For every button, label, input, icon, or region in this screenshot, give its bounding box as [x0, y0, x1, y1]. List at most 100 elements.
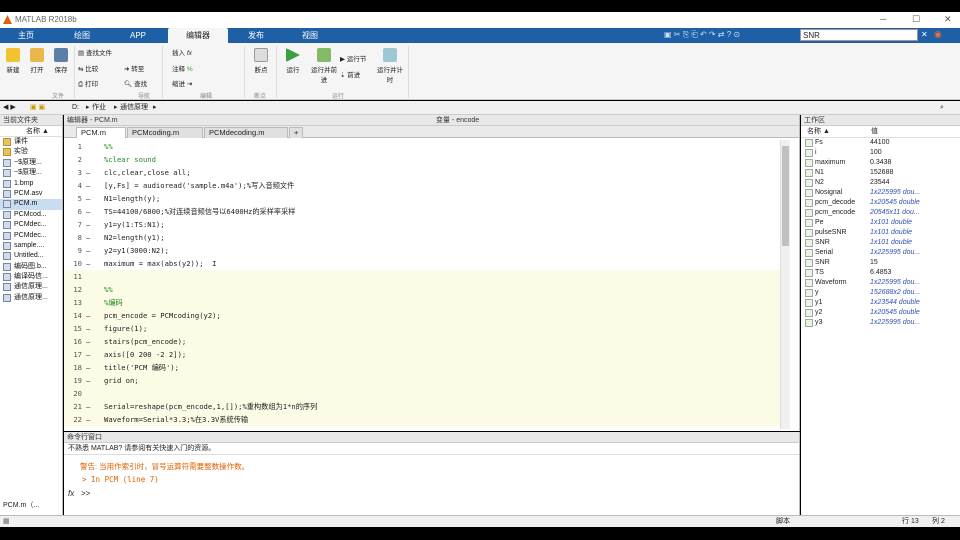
tab-apps[interactable]: APP	[118, 28, 158, 43]
code-line[interactable]: 10 — maximum = max(abs(y2)); I	[64, 257, 780, 270]
find-file-button[interactable]: ▤ 查找文件	[78, 47, 118, 57]
variable-row[interactable]: Serial 1x225995 dou...	[801, 248, 960, 258]
variable-row[interactable]: pcm_decode 1x20545 double	[801, 198, 960, 208]
file-item[interactable]: 编译码信...	[0, 272, 62, 282]
address-search-icon[interactable]: ⌕	[940, 101, 944, 115]
variable-row[interactable]: TS 6.4853	[801, 268, 960, 278]
file-item[interactable]: 通信原理...	[0, 293, 62, 303]
command-info-bar[interactable]: 不熟悉 MATLAB? 请参阅有关快速入门的资源。	[64, 443, 799, 455]
variable-row[interactable]: y 152688x2 dou...	[801, 288, 960, 298]
code-line[interactable]: 13 %编码	[64, 296, 780, 309]
file-item[interactable]: sample....	[0, 241, 62, 251]
variable-row[interactable]: Waveform 1x225995 dou...	[801, 278, 960, 288]
path-root[interactable]: D:	[72, 101, 79, 115]
variable-row[interactable]: pcm_encode 20545x11 dou...	[801, 208, 960, 218]
tab-view[interactable]: 视图	[290, 28, 330, 43]
file-item[interactable]: PCMcod...	[0, 210, 62, 220]
file-item[interactable]: PCMdec...	[0, 220, 62, 230]
variable-row[interactable]: SNR 1x101 double	[801, 238, 960, 248]
folder-column-header[interactable]: 名称 ▲	[0, 126, 62, 137]
open-button[interactable]: 打开	[28, 48, 46, 74]
code-line[interactable]: 2 %clear sound	[64, 153, 780, 166]
tab-home[interactable]: 主页	[8, 28, 44, 43]
variable-row[interactable]: i 100	[801, 148, 960, 158]
code-line[interactable]: 22 — Waveform=Serial*3.3;%在3.3V系统传输	[64, 413, 780, 426]
code-line[interactable]: 11	[64, 270, 780, 283]
code-line[interactable]: 17 — axis([0 200 -2 2]);	[64, 348, 780, 361]
file-item[interactable]: 1.bmp	[0, 179, 62, 189]
path-folder-1[interactable]: 作业	[92, 101, 106, 115]
quick-access-toolbar[interactable]: ▣ ✂ ⎘ ⎗ ↶ ↷ ⇄ ? ⊙	[664, 30, 740, 40]
find-button[interactable]: 🔍︎ 查找	[124, 78, 158, 88]
code-line[interactable]: 21 — Serial=reshape(pcm_encode,1,[]);%重构数组…	[64, 400, 780, 413]
address-bar[interactable]: ◀ ▶ ▣ ▣ D: ▸ 作业 ▸ 通信原理 ▸ ⌕	[0, 101, 960, 115]
variable-row[interactable]: SNR 15	[801, 258, 960, 268]
variable-row[interactable]: Nosignal 1x225995 dou...	[801, 188, 960, 198]
tab-plots[interactable]: 绘图	[62, 28, 102, 43]
ws-col-name[interactable]: 名称 ▲	[807, 126, 830, 138]
file-item[interactable]: Untitled...	[0, 251, 62, 261]
variable-row[interactable]: y2 1x20545 double	[801, 308, 960, 318]
editor-scrollbar[interactable]	[780, 140, 790, 429]
comment-button[interactable]: 注释 %	[172, 63, 232, 73]
variable-row[interactable]: Fs 44100	[801, 138, 960, 148]
code-line[interactable]: 3 — clc,clear,close all;	[64, 166, 780, 179]
code-line[interactable]: 20	[64, 387, 780, 400]
file-details[interactable]: PCM.m（...	[3, 500, 39, 510]
new-tab-button[interactable]: +	[289, 127, 303, 138]
code-line[interactable]: 9 — y2=y1(3000:N2);	[64, 244, 780, 257]
file-item[interactable]: 实验	[0, 147, 62, 157]
variable-row[interactable]: N2 23544	[801, 178, 960, 188]
code-line[interactable]: 14 — pcm_encode = PCMcoding(y2);	[64, 309, 780, 322]
code-line[interactable]: 8 — N2=length(y1);	[64, 231, 780, 244]
code-line[interactable]: 12%%	[64, 283, 780, 296]
variable-row[interactable]: pulseSNR 1x101 double	[801, 228, 960, 238]
goto-button[interactable]: ➜ 转至	[124, 63, 158, 73]
run-advance-button[interactable]: 运行并前进	[310, 48, 338, 84]
run-time-button[interactable]: 运行并计时	[376, 48, 404, 84]
tab-publish[interactable]: 发布	[236, 28, 276, 43]
code-line[interactable]: 7 — y1=y(1:TS:N1);	[64, 218, 780, 231]
tab-pcm-m[interactable]: PCM.m	[76, 127, 126, 138]
file-item[interactable]: PCM.asv	[0, 189, 62, 199]
code-line[interactable]: 18 — title('PCM 编码');	[64, 361, 780, 374]
file-item[interactable]: ~$原理...	[0, 158, 62, 168]
close-icon[interactable]: ✕	[944, 14, 952, 25]
variable-row[interactable]: y1 1x23544 double	[801, 298, 960, 308]
code-line[interactable]: 19 — grid on;	[64, 374, 780, 387]
tab-pcmcoding-m[interactable]: PCMcoding.m	[127, 127, 203, 138]
code-line[interactable]: 5 — N1=length(y);	[64, 192, 780, 205]
file-item[interactable]: PCMdec...	[0, 231, 62, 241]
tab-pcmdecoding-m[interactable]: PCMdecoding.m	[204, 127, 288, 138]
folder-up-icon[interactable]: ▣ ▣	[30, 101, 45, 115]
print-button[interactable]: ⎙ 打印	[78, 78, 118, 89]
variable-row[interactable]: Pe 1x101 double	[801, 218, 960, 228]
search-input[interactable]: SNR	[800, 29, 918, 41]
code-area[interactable]: 1%% 2 %clear sound 3 — clc,clear,close all; 4 —…	[64, 140, 780, 427]
variable-row[interactable]: maximum 0.3438	[801, 158, 960, 168]
path-folder-2[interactable]: 通信原理	[120, 101, 148, 115]
variable-row[interactable]: N1 152688	[801, 168, 960, 178]
save-button[interactable]: 保存	[52, 48, 70, 74]
notification-icon[interactable]: ◉	[934, 29, 942, 40]
back-icon[interactable]: ◀ ▶	[3, 101, 16, 115]
advance-button[interactable]: ⇣ 前进	[340, 69, 374, 79]
indent-button[interactable]: 缩进 ⇥	[172, 78, 232, 88]
variable-row[interactable]: y3 1x225995 dou...	[801, 318, 960, 328]
command-prompt[interactable]: >>	[81, 489, 90, 498]
maximize-icon[interactable]: ☐	[912, 14, 920, 25]
file-item[interactable]: 编码图.b...	[0, 262, 62, 272]
minimize-icon[interactable]: ─	[880, 14, 886, 24]
scroll-thumb[interactable]	[782, 146, 789, 246]
code-line[interactable]: 4 — [y,Fs] = audioread('sample.m4a');%写入音频…	[64, 179, 780, 192]
trace-link[interactable]: > In PCM (line 7)	[82, 475, 159, 484]
insert-button[interactable]: 插入 fx	[172, 47, 232, 57]
file-item[interactable]: ~$原理...	[0, 168, 62, 178]
code-line[interactable]: 1%%	[64, 140, 780, 153]
code-line[interactable]: 6 — TS=44100/6800;%对连续音频信号以6400Hz的采样率采样	[64, 205, 780, 218]
breakpoints-button[interactable]: 断点	[250, 48, 272, 74]
new-button[interactable]: 新建	[4, 48, 22, 74]
code-line[interactable]: 16 — stairs(pcm_encode);	[64, 335, 780, 348]
file-item[interactable]: PCM.m	[0, 199, 62, 210]
clear-search-icon[interactable]: ✕	[921, 30, 928, 39]
